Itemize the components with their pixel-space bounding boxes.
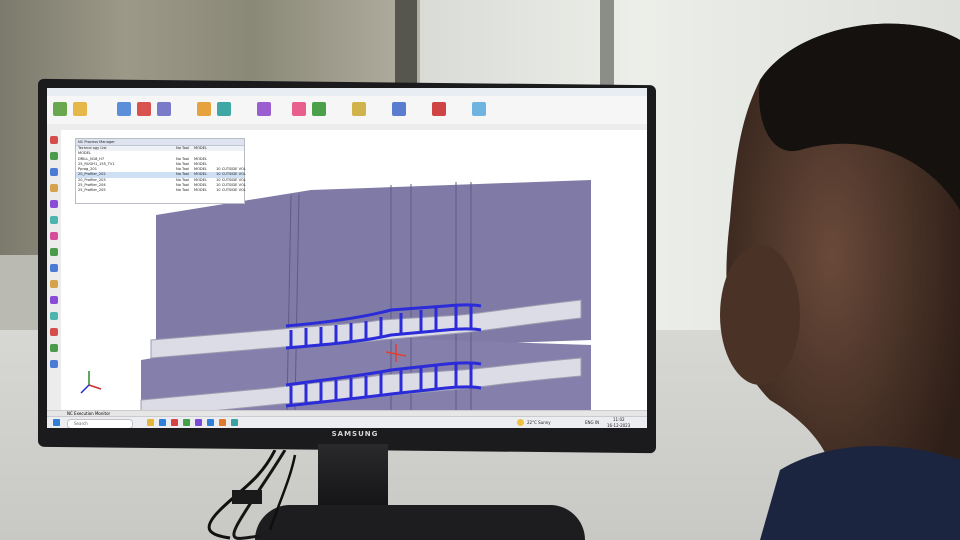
photo-scene: SAMSUNG File Edit NC Edit View Wireframe… <box>0 0 960 540</box>
toolbar-button[interactable] <box>197 102 211 116</box>
search-input[interactable]: Search <box>67 419 133 428</box>
language-indicator: ENG IN <box>585 420 600 425</box>
toolbar-button[interactable] <box>217 102 231 116</box>
cables <box>207 450 297 540</box>
window-frame <box>395 0 417 90</box>
toolbar-button[interactable] <box>472 102 486 116</box>
tool-icon[interactable] <box>50 360 58 368</box>
tool-icon[interactable] <box>50 264 58 272</box>
taskbar-app-icon[interactable] <box>171 419 178 426</box>
tool-icon[interactable] <box>50 280 58 288</box>
tool-icon[interactable] <box>50 200 58 208</box>
taskbar-app-icon[interactable] <box>159 419 166 426</box>
tool-icon[interactable] <box>50 152 58 160</box>
tool-icon[interactable] <box>50 136 58 144</box>
taskbar-app-icon[interactable] <box>231 419 238 426</box>
taskbar-app-icon[interactable] <box>183 419 190 426</box>
toolbar-button[interactable] <box>257 102 271 116</box>
windows-start-icon[interactable] <box>53 419 60 426</box>
tool-icon[interactable] <box>50 248 58 256</box>
weather-icon <box>517 419 524 426</box>
weather-text: 22°C Sunny <box>527 420 551 425</box>
toolbar-button[interactable] <box>157 102 171 116</box>
toolbar-button[interactable] <box>117 102 131 116</box>
left-toolbar <box>47 130 62 410</box>
clock-date: 16-12-2023 <box>607 423 631 428</box>
person-foreground <box>720 23 960 540</box>
toolbar-button[interactable] <box>53 102 67 116</box>
nc-process-manager-panel: NC Process Manager Technol ogy List No T… <box>75 138 246 204</box>
column-header: Technol ogy List <box>78 146 107 150</box>
window-frame-right <box>600 0 614 90</box>
taskbar-app-icon[interactable] <box>195 419 202 426</box>
toolbar-button[interactable] <box>352 102 366 116</box>
monitor-stand <box>318 444 388 514</box>
tool-icon[interactable] <box>50 344 58 352</box>
tool-icon[interactable] <box>50 296 58 304</box>
toolbar-button[interactable] <box>392 102 406 116</box>
monitor-brand-label: SAMSUNG <box>331 430 379 438</box>
tool-icon[interactable] <box>50 328 58 336</box>
toolbar-button[interactable] <box>292 102 306 116</box>
tool-icon[interactable] <box>50 232 58 240</box>
windows-taskbar: Search 22°C Sunny ENG IN 11:02 16-12-202… <box>47 416 647 428</box>
clock-time: 11:02 <box>613 417 625 422</box>
tool-icon[interactable] <box>50 216 58 224</box>
toolbar-button[interactable] <box>432 102 446 116</box>
taskbar-app-icon[interactable] <box>207 419 214 426</box>
table-row[interactable]: 25_Profiler_205 No Tool MODEL 10 CUTSIDE VO… <box>76 188 246 193</box>
toolbar-button[interactable] <box>137 102 151 116</box>
toolbar-button[interactable] <box>73 102 87 116</box>
tool-icon[interactable] <box>50 312 58 320</box>
axis-triad-icon <box>80 371 102 394</box>
taskbar-app-icon[interactable] <box>147 419 154 426</box>
panel-title: NC Process Manager <box>76 139 244 146</box>
toolbar-button[interactable] <box>312 102 326 116</box>
ribbon-toolbar <box>47 96 647 125</box>
monitor-screen: File Edit NC Edit View Wireframe Faces N… <box>47 88 647 428</box>
taskbar-app-icon[interactable] <box>219 419 226 426</box>
tool-icon[interactable] <box>50 168 58 176</box>
tool-icon[interactable] <box>50 184 58 192</box>
